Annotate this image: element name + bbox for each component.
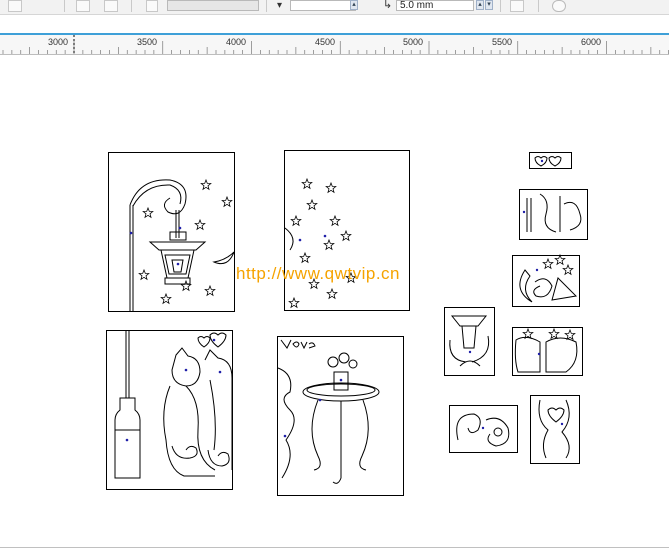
artwork-small-lamp[interactable] (444, 307, 495, 376)
artwork-panel-table[interactable] (277, 336, 404, 496)
artwork-panel-stars[interactable] (284, 150, 410, 311)
artwork-small-moon[interactable] (512, 254, 580, 307)
canvas-bottom-edge (0, 547, 669, 548)
artwork-small-swirl[interactable] (449, 405, 518, 453)
artwork-small-vase[interactable] (530, 395, 580, 464)
artwork-small-hearts-strip[interactable] (529, 152, 572, 169)
artwork-small-cat-face[interactable] (512, 327, 583, 376)
artwork-panel-lamp[interactable] (108, 152, 235, 312)
watermark-url: http://www.qwtvip.cn (236, 264, 401, 283)
artwork-panel-cats[interactable] (106, 330, 233, 490)
artwork-small-bottle[interactable] (519, 189, 588, 240)
